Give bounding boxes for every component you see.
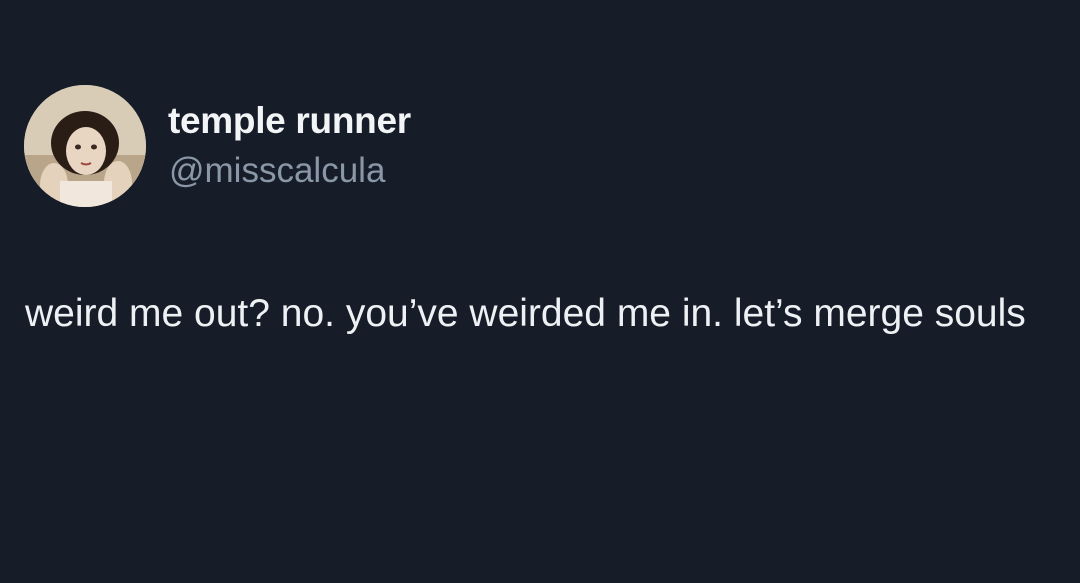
tweet-card: temple runner @misscalcula weird me out?… <box>0 0 1080 583</box>
avatar-photo-icon <box>24 85 146 207</box>
author-handle[interactable]: @misscalcula <box>169 151 385 191</box>
avatar[interactable] <box>24 85 146 207</box>
tweet-text: weird me out? no. you’ve weirded me in. … <box>25 292 1026 335</box>
author-display-name[interactable]: temple runner <box>168 100 411 142</box>
